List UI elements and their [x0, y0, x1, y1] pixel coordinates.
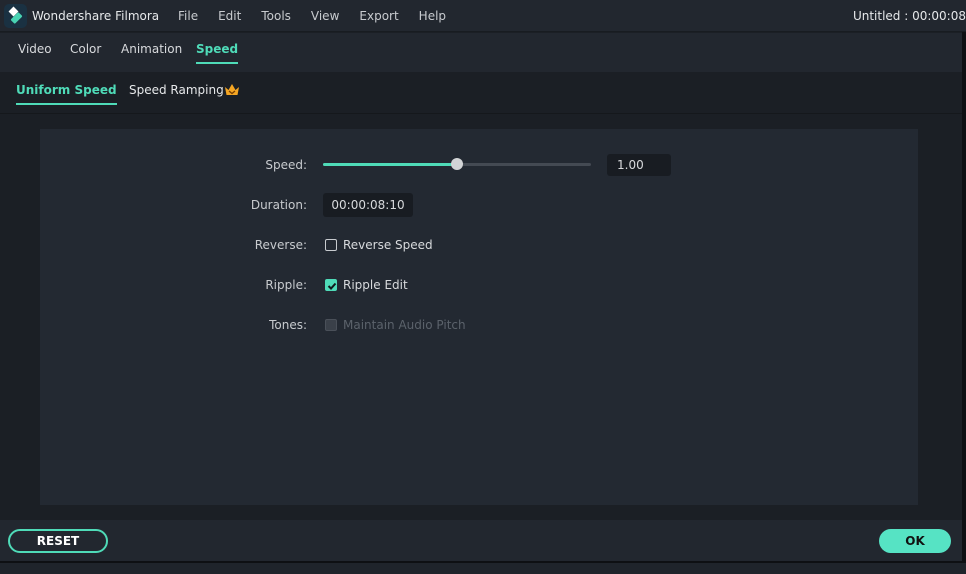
ripple-label: Ripple:: [265, 278, 307, 292]
reverse-speed-label[interactable]: Reverse Speed: [343, 238, 433, 252]
duration-field[interactable]: 00:00:08:10: [323, 193, 413, 217]
menu-help[interactable]: Help: [419, 9, 446, 23]
window-edge: [962, 32, 966, 561]
subtab-speed-ramping[interactable]: Speed Ramping: [129, 83, 224, 103]
menu-file[interactable]: File: [178, 9, 198, 23]
crown-icon: [225, 84, 239, 95]
tab-bar: Video Color Animation Speed: [0, 33, 966, 72]
ripple-edit-label[interactable]: Ripple Edit: [343, 278, 408, 292]
ok-button[interactable]: OK: [879, 529, 951, 553]
filmora-logo-icon: [4, 4, 27, 28]
ripple-edit-checkbox[interactable]: [325, 279, 337, 291]
app-title: Wondershare Filmora: [32, 9, 160, 23]
duration-label: Duration:: [250, 198, 307, 212]
document-title: Untitled : 00:00:08: [852, 9, 966, 23]
maintain-audio-pitch-label: Maintain Audio Pitch: [343, 318, 466, 332]
tab-speed[interactable]: Speed: [196, 42, 239, 64]
speed-value-input[interactable]: [607, 154, 671, 176]
menu-tools[interactable]: Tools: [261, 9, 291, 23]
menu-edit[interactable]: Edit: [218, 9, 241, 23]
tab-animation[interactable]: Animation: [121, 42, 182, 62]
speed-slider-fill: [323, 163, 457, 166]
menu-view[interactable]: View: [311, 9, 339, 23]
speed-slider-thumb[interactable]: [451, 158, 463, 170]
footer-bar: [0, 520, 962, 561]
speed-label: Speed:: [265, 158, 307, 172]
maintain-audio-pitch-checkbox: [325, 319, 337, 331]
reset-button[interactable]: RESET: [8, 529, 108, 553]
checkmark-icon: [327, 282, 337, 290]
menu-export[interactable]: Export: [359, 9, 398, 23]
subtab-uniform-speed[interactable]: Uniform Speed: [16, 83, 117, 105]
speed-slider[interactable]: [323, 158, 591, 170]
speed-settings-panel: [40, 129, 918, 505]
bottom-strip: [0, 561, 966, 574]
tab-color[interactable]: Color: [70, 42, 101, 62]
menu-bar: File Edit Tools View Export Help: [178, 9, 466, 23]
title-bar: Wondershare Filmora File Edit Tools View…: [0, 0, 966, 32]
tab-video[interactable]: Video: [18, 42, 52, 62]
reverse-speed-checkbox[interactable]: [325, 239, 337, 251]
reverse-label: Reverse:: [254, 238, 307, 252]
tones-label: Tones:: [269, 318, 307, 332]
subtab-bar: Uniform Speed Speed Ramping: [0, 72, 966, 114]
